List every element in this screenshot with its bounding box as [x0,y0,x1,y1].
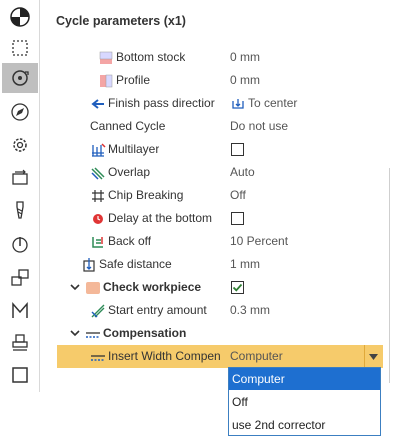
chip-breaking-icon [90,188,106,204]
compensation-label: Compensation [103,326,187,340]
back-off-value[interactable]: 10 Percent [230,230,288,253]
clock-icon [90,211,106,227]
chevron-down-icon[interactable] [69,327,81,339]
compensation-icon [85,326,101,342]
bottom-stock-value[interactable]: 0 mm [230,46,260,69]
multilayer-label: Multilayer [108,142,160,156]
profile-value[interactable]: 0 mm [230,69,260,92]
bottom-stock-label: Bottom stock [116,50,186,64]
m-code-icon[interactable] [2,296,38,326]
bottom-stock-row[interactable]: Bottom stock 0 mm [41,46,383,69]
option-computer[interactable]: Computer [229,368,380,390]
start-entry-amount-row[interactable]: Start entry amount 0.3 mm [41,299,383,322]
profile-row[interactable]: Profile 0 mm [41,69,383,92]
overlap-row[interactable]: Overlap Auto [41,161,383,184]
canned-cycle-value[interactable]: Do not use [230,115,288,138]
check-workpiece-row[interactable]: Check workpiece [41,276,383,299]
safe-distance-icon [81,257,97,273]
compass-icon[interactable] [2,97,38,127]
insert-width-compensation-label: Insert Width Compen [108,349,221,363]
compensation-row[interactable]: Compensation [41,322,383,345]
overlap-value[interactable]: Auto [230,161,255,184]
multilayer-icon [90,142,106,158]
cycle-icon[interactable] [2,63,38,93]
chevron-down-icon[interactable] [69,281,81,293]
option-use-2nd-corrector[interactable]: use 2nd corrector [229,414,380,436]
start-entry-amount-label: Start entry amount [108,303,207,317]
stamp-icon[interactable] [2,328,38,358]
insert-width-compensation-row[interactable]: Insert Width Compen Computer [57,345,383,368]
safe-distance-label: Safe distance [99,257,172,271]
dashed-rectangle-icon[interactable] [2,33,38,63]
finish-pass-direction-value[interactable]: To center [248,92,297,115]
gear-icon[interactable] [2,130,38,160]
safe-distance-row[interactable]: Safe distance 1 mm [41,253,383,276]
chip-breaking-value[interactable]: Off [230,184,246,207]
profile-label: Profile [116,73,151,87]
delay-at-bottom-label: Delay at the bottom [108,211,213,225]
overlap-label: Overlap [108,165,151,179]
profile-stock-icon [98,73,114,89]
overlap-icon [90,165,106,181]
drill-bit-icon[interactable] [2,195,38,225]
arrow-left-icon [90,96,106,112]
back-off-icon [90,234,106,250]
to-center-icon [230,96,246,112]
select-current-value: Computer [230,349,283,363]
finish-pass-direction-label: Finish pass directior [108,96,215,110]
delay-at-bottom-checkbox[interactable] [231,212,244,225]
cycle-parameters-panel: Cycle parameters (x1) Bottom stock 0 mm … [41,0,405,392]
dropdown-arrow-icon[interactable] [364,345,382,368]
canned-cycle-row[interactable]: Canned Cycle Do not use [41,115,383,138]
tool-sidebar [0,0,40,392]
insert-width-icon [90,349,106,365]
check-workpiece-checkbox[interactable] [231,281,244,294]
multilayer-checkbox[interactable] [231,143,244,156]
canned-cycle-label: Canned Cycle [90,119,166,133]
start-entry-amount-value[interactable]: 0.3 mm [230,299,270,322]
stacked-blocks-icon[interactable] [2,262,38,292]
panel-title: Cycle parameters (x1) [56,14,186,28]
stock-pie-icon[interactable] [2,2,38,32]
tool-change-icon[interactable] [2,162,38,192]
safe-distance-value[interactable]: 1 mm [230,253,260,276]
workpiece-swatch-icon [85,280,101,296]
start-entry-icon [90,303,106,319]
square-icon[interactable] [2,360,38,390]
finish-pass-direction-row[interactable]: Finish pass directior To center [41,92,383,115]
scrollbar-track[interactable] [389,168,390,383]
stock-layer-icon [98,50,114,66]
insert-width-options-list[interactable]: Computer Off use 2nd corrector [228,367,381,436]
back-off-label: Back off [108,234,152,248]
chip-breaking-row[interactable]: Chip Breaking Off [41,184,383,207]
delay-at-bottom-row[interactable]: Delay at the bottom [41,207,383,230]
check-workpiece-label: Check workpiece [103,280,202,294]
multilayer-row[interactable]: Multilayer [41,138,383,161]
back-off-row[interactable]: Back off 10 Percent [41,230,383,253]
insert-width-compensation-select[interactable]: Computer [227,345,382,368]
option-off[interactable]: Off [229,391,380,413]
chip-breaking-label: Chip Breaking [108,188,184,202]
spindle-icon[interactable] [2,229,38,259]
